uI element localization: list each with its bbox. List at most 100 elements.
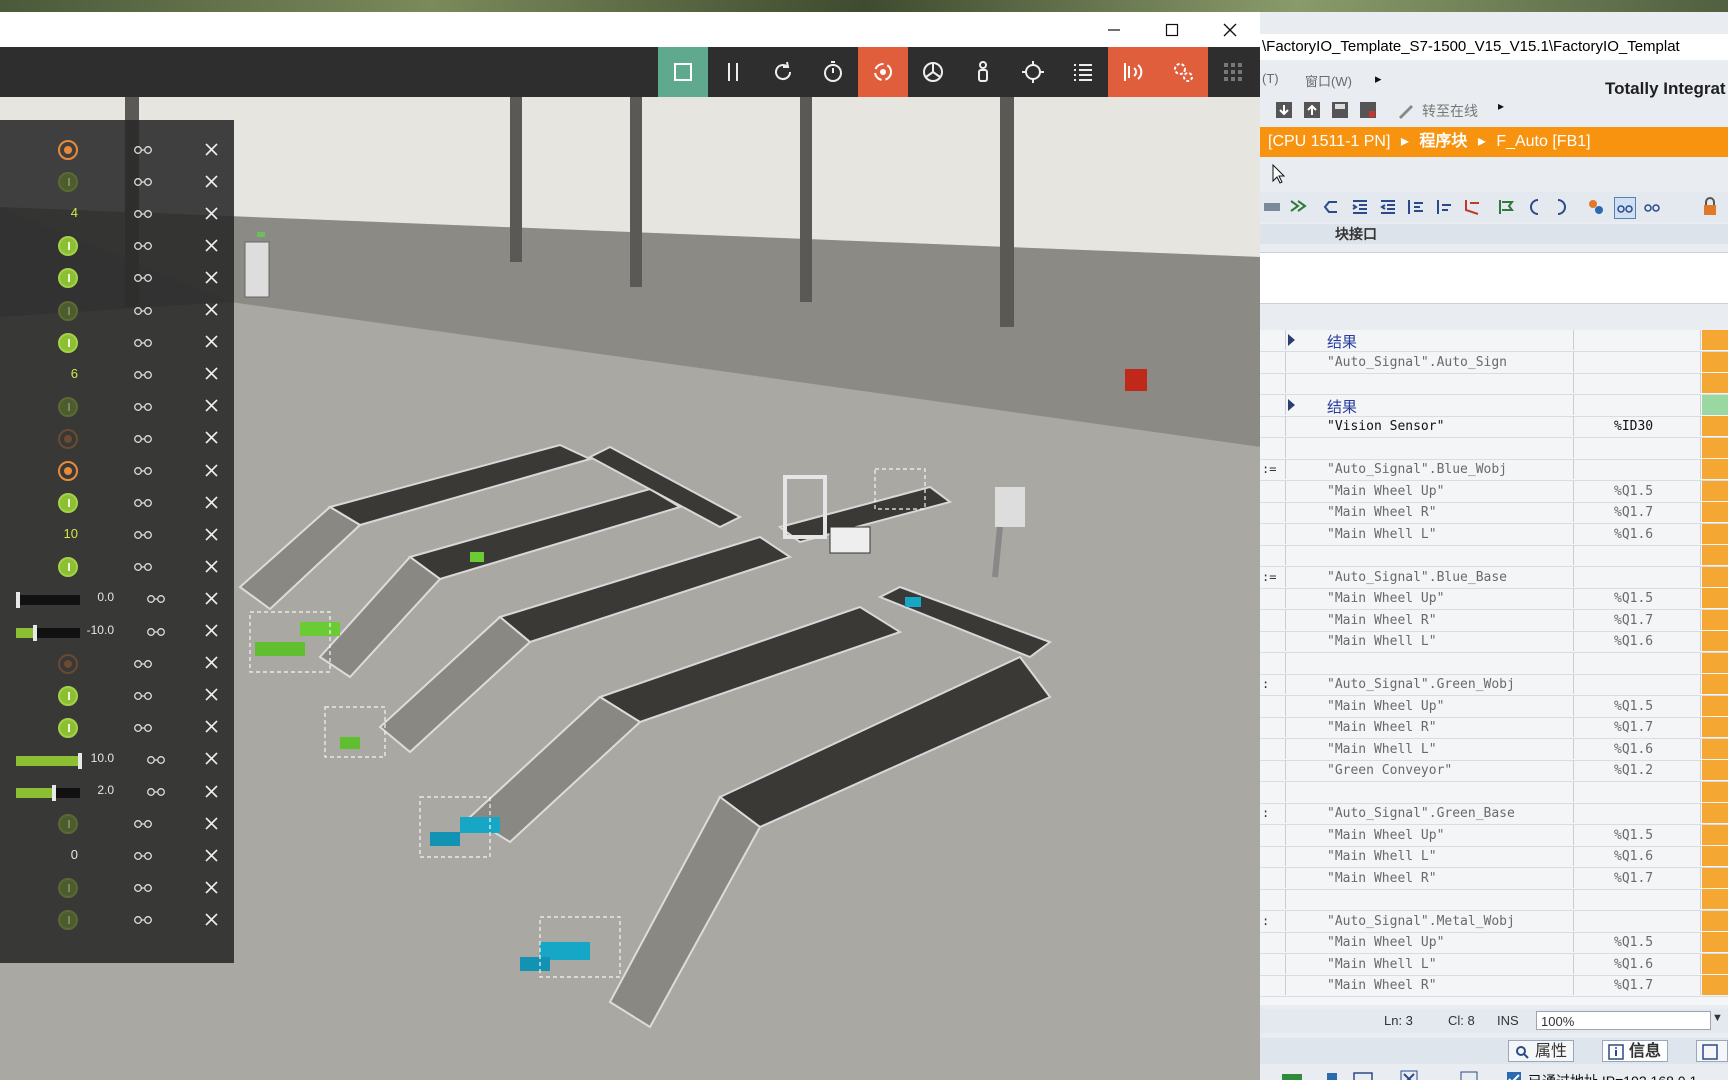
glasses-arrow-icon[interactable] bbox=[1642, 197, 1662, 217]
orbit-camera-button[interactable] bbox=[858, 47, 908, 97]
code-line[interactable] bbox=[1260, 889, 1728, 911]
code-line[interactable]: "Main Wheel R" %Q1.7 bbox=[1260, 502, 1728, 524]
code-line[interactable]: "Auto_Signal".Auto_Sign bbox=[1260, 351, 1728, 374]
remove-tag-button[interactable] bbox=[200, 137, 222, 161]
remove-tag-button[interactable] bbox=[200, 907, 222, 931]
go-online-icon[interactable] bbox=[1396, 100, 1416, 120]
remove-tag-button[interactable] bbox=[200, 426, 222, 450]
first-person-button[interactable] bbox=[958, 47, 1008, 97]
tag-slider[interactable] bbox=[16, 592, 80, 609]
remove-tag-button[interactable] bbox=[200, 843, 222, 867]
code-line[interactable] bbox=[1260, 545, 1728, 567]
sensors-button[interactable] bbox=[1108, 47, 1158, 97]
code-line[interactable]: := "Auto_Signal".Blue_Base bbox=[1260, 566, 1728, 589]
code-line[interactable]: "Main Wheel Up" %Q1.5 bbox=[1260, 824, 1728, 847]
glasses-icon[interactable] bbox=[132, 363, 154, 385]
timescale-button[interactable] bbox=[808, 47, 858, 97]
code-line[interactable]: 结果 bbox=[1260, 394, 1728, 417]
remove-tag-button[interactable] bbox=[200, 330, 222, 354]
glasses-icon[interactable] bbox=[132, 908, 154, 930]
code-line[interactable]: "Main Whell L" %Q1.6 bbox=[1260, 953, 1728, 976]
tag-slider[interactable] bbox=[16, 752, 82, 769]
glasses-icon[interactable] bbox=[132, 427, 154, 449]
bookmark-icon[interactable] bbox=[1496, 197, 1516, 217]
tab-properties[interactable]: 属性 bbox=[1508, 1040, 1575, 1062]
remove-tag-button[interactable] bbox=[200, 394, 222, 418]
code-line[interactable]: "Main Wheel R" %Q1.7 bbox=[1260, 717, 1728, 739]
breadcrumb-program-blocks[interactable]: 程序块 bbox=[1419, 133, 1467, 150]
code-line[interactable]: : "Auto_Signal".Green_Base bbox=[1260, 803, 1728, 825]
remove-tag-button[interactable] bbox=[200, 522, 222, 546]
menu-item-window[interactable]: 窗口(W) bbox=[1305, 71, 1352, 90]
remove-tag-button[interactable] bbox=[200, 811, 222, 835]
code-line[interactable]: "Main Whell L" %Q1.6 bbox=[1260, 846, 1728, 868]
scl-code-editor[interactable]: 结果 "Auto_Signal".Auto_Sign 结果 "Vision Senso… bbox=[1260, 330, 1728, 1005]
glasses-icon[interactable] bbox=[132, 876, 154, 898]
remove-tag-button[interactable] bbox=[200, 715, 222, 739]
code-line[interactable]: "Main Whell L" %Q1.6 bbox=[1260, 523, 1728, 546]
palette-button[interactable] bbox=[1208, 47, 1258, 97]
glasses-icon[interactable] bbox=[132, 812, 154, 834]
glasses-icon[interactable] bbox=[145, 780, 167, 802]
glasses-icon[interactable] bbox=[1614, 197, 1636, 219]
glasses-icon[interactable] bbox=[132, 684, 154, 706]
outdent-icon[interactable] bbox=[1378, 197, 1398, 217]
code-line[interactable]: "Main Wheel Up" %Q1.5 bbox=[1260, 588, 1728, 610]
uncomment-icon[interactable] bbox=[1462, 197, 1482, 217]
code-line[interactable]: "Main Wheel Up" %Q1.5 bbox=[1260, 695, 1728, 718]
breadcrumb-cpu[interactable]: [CPU 1511-1 PN] bbox=[1268, 133, 1390, 150]
checkbox-icon[interactable] bbox=[1506, 1071, 1522, 1080]
code-line[interactable]: "Main Wheel R" %Q1.7 bbox=[1260, 609, 1728, 632]
tag-slider[interactable] bbox=[16, 785, 80, 801]
tag-list-button[interactable] bbox=[1058, 47, 1108, 97]
code-line[interactable]: "Green Conveyor" %Q1.2 bbox=[1260, 760, 1728, 782]
remove-tag-button[interactable] bbox=[200, 458, 222, 482]
download-icon[interactable] bbox=[1274, 100, 1294, 120]
editor-tool-icon[interactable] bbox=[1262, 197, 1282, 217]
remove-tag-button[interactable] bbox=[200, 683, 222, 707]
glasses-icon[interactable] bbox=[145, 748, 167, 770]
expand-arrow-icon[interactable] bbox=[1288, 398, 1295, 411]
prev-bookmark-icon[interactable] bbox=[1524, 197, 1544, 217]
go-online-label[interactable]: 转至在线 bbox=[1422, 101, 1478, 121]
glasses-icon[interactable] bbox=[132, 331, 154, 353]
glasses-icon[interactable] bbox=[132, 459, 154, 481]
target-button[interactable] bbox=[1008, 47, 1058, 97]
code-line[interactable]: "Main Wheel R" %Q1.7 bbox=[1260, 975, 1728, 997]
tab-diagnostics[interactable] bbox=[1696, 1040, 1728, 1062]
remove-tag-button[interactable] bbox=[200, 265, 222, 289]
glasses-icon[interactable] bbox=[132, 138, 154, 160]
code-line[interactable] bbox=[1260, 652, 1728, 675]
glasses-icon[interactable] bbox=[145, 620, 167, 642]
remove-tag-button[interactable] bbox=[200, 747, 222, 771]
menu-more-arrow-icon[interactable]: ▸ bbox=[1375, 71, 1382, 87]
block-interface-header[interactable]: 块接口 bbox=[1260, 224, 1728, 244]
glasses-icon[interactable] bbox=[132, 555, 154, 577]
window-icon[interactable] bbox=[1460, 1071, 1478, 1080]
code-line[interactable]: "Main Wheel Up" %Q1.5 bbox=[1260, 932, 1728, 954]
remove-tag-button[interactable] bbox=[200, 554, 222, 578]
glasses-icon[interactable] bbox=[132, 266, 154, 288]
indent-icon[interactable] bbox=[1350, 197, 1370, 217]
code-line[interactable]: := "Auto_Signal".Blue_Wobj bbox=[1260, 459, 1728, 481]
glasses-icon[interactable] bbox=[132, 716, 154, 738]
table-icon[interactable] bbox=[1352, 1071, 1374, 1080]
remove-tag-button[interactable] bbox=[200, 586, 222, 610]
remove-tag-button[interactable] bbox=[200, 169, 222, 193]
menu-item-tools[interactable]: (T) bbox=[1262, 71, 1279, 86]
compile-icon[interactable] bbox=[1358, 100, 1378, 120]
chevron-down-icon[interactable]: ▼ bbox=[1712, 1012, 1723, 1024]
pause-button[interactable] bbox=[708, 47, 758, 97]
fly-camera-button[interactable] bbox=[908, 47, 958, 97]
code-line[interactable]: "Main Whell L" %Q1.6 bbox=[1260, 738, 1728, 761]
code-line[interactable]: 结果 bbox=[1260, 330, 1728, 352]
zoom-select[interactable]: 100% bbox=[1536, 1011, 1711, 1030]
glasses-icon[interactable] bbox=[132, 844, 154, 866]
remove-tag-button[interactable] bbox=[200, 490, 222, 514]
code-line[interactable] bbox=[1260, 373, 1728, 395]
stop-button[interactable] bbox=[658, 47, 708, 97]
network-icon[interactable] bbox=[1280, 1071, 1308, 1080]
glasses-icon[interactable] bbox=[145, 587, 167, 609]
glasses-icon[interactable] bbox=[132, 234, 154, 256]
remove-tag-button[interactable] bbox=[200, 201, 222, 225]
